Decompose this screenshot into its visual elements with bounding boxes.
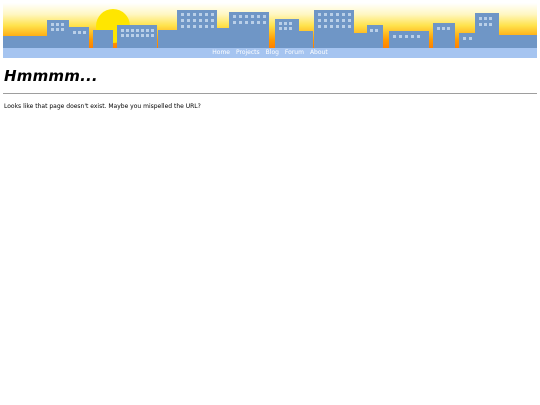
nav-link-home[interactable]: Home: [212, 48, 230, 58]
nav-link-blog[interactable]: Blog: [266, 48, 279, 58]
divider: [3, 93, 537, 94]
page-title: Hmmmm...: [4, 67, 98, 85]
nav-link-forum[interactable]: Forum: [285, 48, 304, 58]
nav-link-projects[interactable]: Projects: [236, 48, 260, 58]
main-nav: Home Projects Blog Forum About: [3, 48, 537, 58]
not-found-message: Looks like that page doesn't exist. Mayb…: [4, 103, 201, 110]
nav-link-about[interactable]: About: [310, 48, 328, 58]
